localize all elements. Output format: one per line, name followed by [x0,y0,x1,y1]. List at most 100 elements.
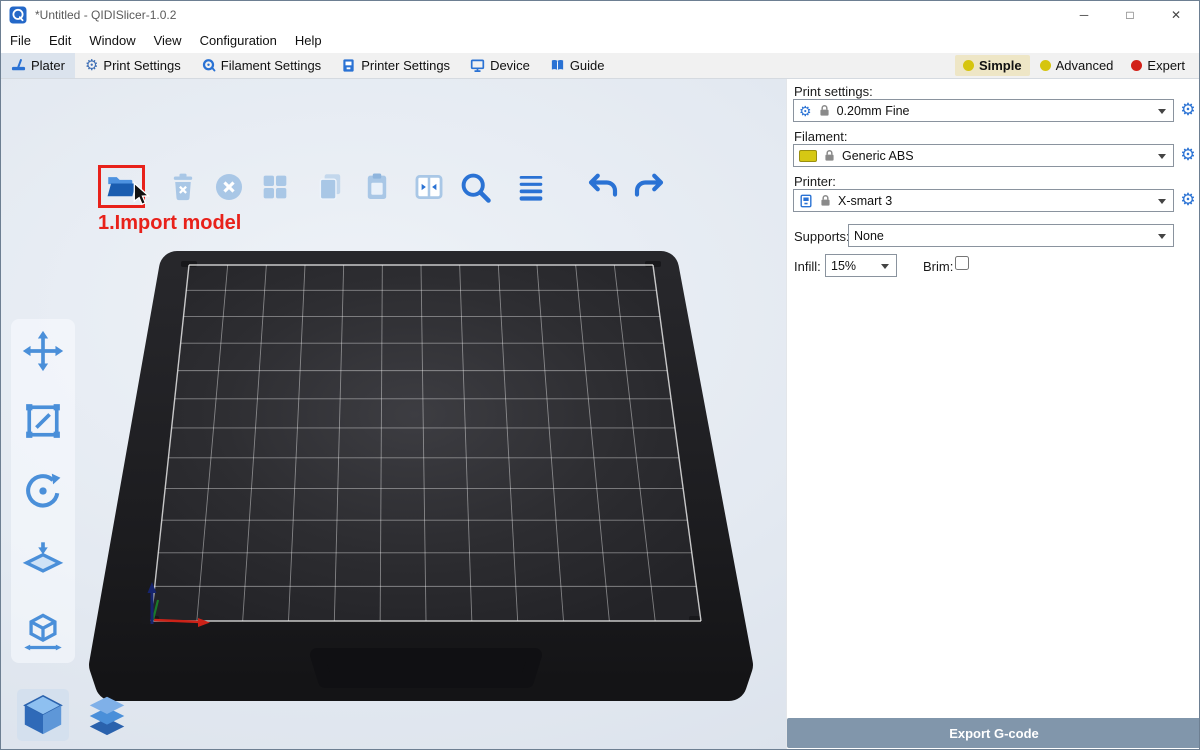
mode-advanced[interactable]: Advanced [1032,55,1122,76]
guide-book-icon [550,58,565,73]
view-3d-button[interactable] [17,689,69,741]
filament-select[interactable]: Generic ABS [793,144,1174,167]
tab-guide[interactable]: Guide [540,53,615,78]
maximize-button[interactable]: □ [1107,1,1153,29]
tab-plater[interactable]: Plater [1,53,75,78]
paste-button[interactable] [355,165,399,209]
supports-value: None [854,229,884,243]
search-icon [457,169,493,205]
gear-icon: ⚙ [799,104,812,118]
annotation-text: 1.Import model [98,212,241,235]
tab-label: Guide [570,58,605,73]
menu-edit[interactable]: Edit [40,29,80,53]
menu-configuration[interactable]: Configuration [191,29,286,53]
minimize-button[interactable]: ─ [1061,1,1107,29]
view-switcher [17,689,133,741]
menu-help[interactable]: Help [286,29,331,53]
app-logo-icon [9,6,27,24]
brim-checkbox[interactable] [955,256,969,270]
delete-button[interactable] [161,165,205,209]
supports-label: Supports: [794,229,850,244]
place-on-face-gizmo-button[interactable] [19,537,67,585]
print-settings-select[interactable]: ⚙ 0.20mm Fine [793,99,1174,122]
move-icon [21,329,65,373]
print-settings-label: Print settings: [794,84,873,99]
delete-all-button[interactable] [207,165,251,209]
device-monitor-icon [470,58,485,73]
expert-mode-icon [1131,60,1142,71]
undo-arrow-icon [585,169,621,205]
circle-x-icon [212,170,246,204]
brim-label: Brim: [923,259,953,274]
chevron-down-icon [881,264,889,269]
infill-value: 15% [831,259,856,273]
title-bar: *Untitled - QIDISlicer-1.0.2 ─ □ ✕ [1,1,1199,29]
scale-gizmo-button[interactable] [19,397,67,445]
infill-select[interactable]: 15% [825,254,897,277]
cube-3d-icon [20,692,66,738]
menu-view[interactable]: View [145,29,191,53]
simple-mode-icon [963,60,974,71]
chevron-down-icon [1158,199,1166,204]
advanced-mode-icon [1040,60,1051,71]
redo-arrow-icon [631,169,667,205]
mode-simple[interactable]: Simple [955,55,1030,76]
measure-cube-icon [21,609,65,653]
preview-button[interactable] [81,689,133,741]
copy-button[interactable] [309,165,353,209]
variable-layer-height-button[interactable] [509,165,553,209]
flatten-icon [21,539,65,583]
mode-switcher: Simple Advanced Expert [955,53,1199,78]
split-objects-button[interactable] [407,165,451,209]
tab-device[interactable]: Device [460,53,540,78]
filament-value: Generic ABS [842,149,914,163]
print-settings-gear-button[interactable]: ⚙ [1179,101,1197,119]
copy-icon [314,170,348,204]
export-gcode-button[interactable]: Export G-code [787,718,1200,748]
infill-label: Infill: [794,259,821,274]
scale-icon [21,399,65,443]
rotate-icon [21,469,65,513]
printer-select[interactable]: X-smart 3 [793,189,1174,212]
chevron-down-icon [1158,109,1166,114]
undo-button[interactable] [581,165,625,209]
menu-window[interactable]: Window [80,29,144,53]
gear-icon: ⚙ [85,58,98,73]
mouse-cursor-icon [133,182,150,206]
filament-icon [201,58,216,73]
printer-value: X-smart 3 [838,194,892,208]
trash-icon [166,170,200,204]
object-toolbar [99,165,671,209]
tab-label: Print Settings [103,58,180,73]
chevron-down-icon [1158,234,1166,239]
filament-gear-button[interactable]: ⚙ [1179,146,1197,164]
tab-bar: Plater ⚙ Print Settings Filament Setting… [1,53,1199,79]
preview-layers-icon [84,692,130,738]
printer-label: Printer: [794,174,836,189]
viewport-3d[interactable]: 1.Import model [1,79,786,750]
supports-select[interactable]: None [848,224,1174,247]
lock-icon [819,194,832,207]
qidislicer-window: *Untitled - QIDISlicer-1.0.2 ─ □ ✕ File … [0,0,1200,750]
search-button[interactable] [453,165,497,209]
mode-label: Expert [1147,58,1185,73]
paste-clipboard-icon [360,170,394,204]
arrange-grid-icon [258,170,292,204]
tab-label: Plater [31,58,65,73]
close-button[interactable]: ✕ [1153,1,1199,29]
printer-gear-button[interactable]: ⚙ [1179,191,1197,209]
mode-label: Simple [979,58,1022,73]
move-gizmo-button[interactable] [19,327,67,375]
window-controls: ─ □ ✕ [1061,1,1199,29]
print-settings-value: 0.20mm Fine [837,104,910,118]
arrange-button[interactable] [253,165,297,209]
tab-print-settings[interactable]: ⚙ Print Settings [75,53,191,78]
redo-button[interactable] [627,165,671,209]
split-window-icon [412,170,446,204]
menu-file[interactable]: File [1,29,40,53]
measure-gizmo-button[interactable] [19,607,67,655]
tab-filament-settings[interactable]: Filament Settings [191,53,331,78]
tab-printer-settings[interactable]: Printer Settings [331,53,460,78]
mode-expert[interactable]: Expert [1123,55,1193,76]
rotate-gizmo-button[interactable] [19,467,67,515]
